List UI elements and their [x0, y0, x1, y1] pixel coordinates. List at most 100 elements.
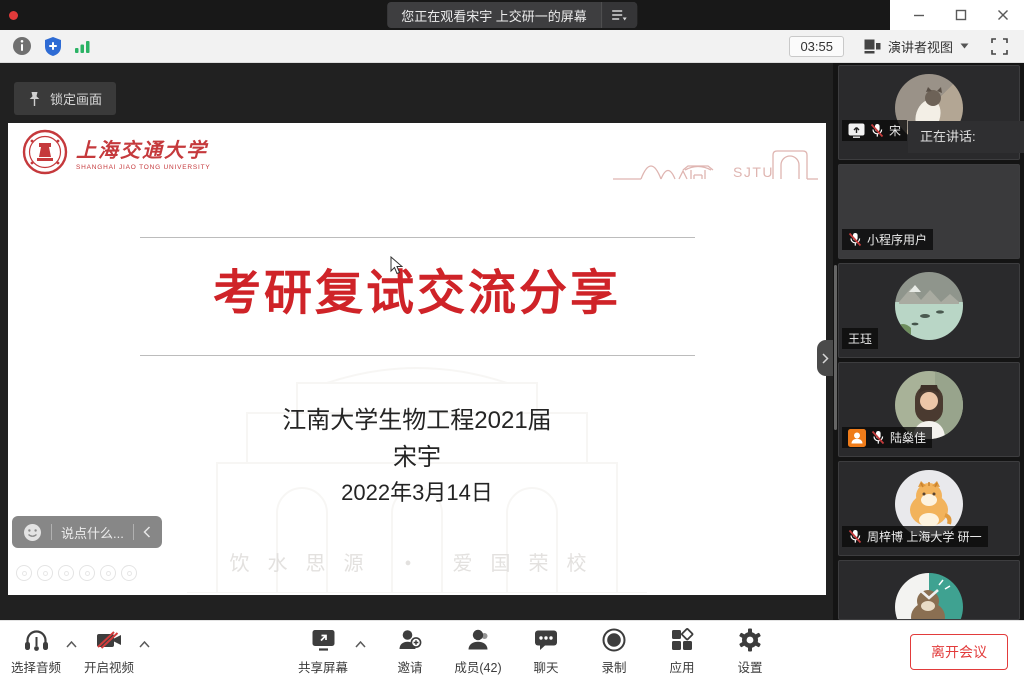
headset-icon	[23, 627, 50, 653]
start-video-button[interactable]: 开启视频	[83, 627, 135, 676]
host-badge-icon	[848, 429, 866, 447]
main-area: 锁定画面	[0, 63, 1024, 620]
sidebar-scrollbar[interactable]	[834, 265, 837, 430]
screen-share-stage: 锁定画面	[0, 63, 833, 620]
participant-namebar: 小程序用户	[842, 229, 933, 250]
participant-namebar: 宋	[842, 120, 907, 141]
chat-button[interactable]: 聊天	[520, 627, 572, 676]
members-icon	[465, 627, 491, 653]
participant-tile-lushenjia[interactable]: 陆燊佳	[838, 362, 1020, 457]
network-signal-button[interactable]	[74, 39, 91, 54]
info-icon	[12, 36, 32, 56]
toolbar-center-group: 共享屏幕 邀请 成员(42)	[297, 621, 776, 682]
scroll-down-button[interactable]	[918, 587, 940, 605]
participant-name: 小程序用户	[867, 231, 927, 248]
chevron-right-icon	[822, 353, 829, 364]
security-shield-button[interactable]	[43, 36, 63, 57]
titlebar: 您正在观看宋宇 上交研一的屏幕	[0, 0, 1024, 30]
bottom-toolbar: 选择音频 开启视频	[0, 620, 1024, 682]
members-button[interactable]: 成员(42)	[452, 627, 504, 676]
hamburger-caret-icon	[611, 9, 627, 21]
participant-namebar: 周梓博 上海大学 研一	[842, 526, 988, 547]
university-logo: 上海交通大学 SHANGHAI JIAO TONG UNIVERSITY	[22, 129, 211, 175]
maximize-button[interactable]	[940, 0, 982, 30]
banner-menu-button[interactable]	[601, 2, 637, 28]
participant-tile-wangjue[interactable]: 王珏	[838, 263, 1020, 358]
chevron-up-icon	[355, 641, 366, 648]
chat-bubble-icon	[533, 627, 559, 653]
close-button[interactable]	[982, 0, 1024, 30]
mic-muted-icon	[848, 529, 862, 544]
ghost-tool-icon	[79, 565, 95, 581]
fullscreen-icon	[991, 38, 1008, 55]
record-button[interactable]: 录制	[588, 627, 640, 676]
university-name-cn: 上海交通大学	[76, 134, 211, 163]
share-screen-button[interactable]: 共享屏幕	[297, 627, 349, 676]
share-screen-label: 共享屏幕	[298, 657, 348, 676]
university-name-en: SHANGHAI JIAO TONG UNIVERSITY	[76, 164, 211, 171]
record-icon	[601, 627, 627, 653]
chat-placeholder[interactable]: 说点什么...	[52, 516, 133, 548]
participant-tile-miniprogram[interactable]: 小程序用户	[838, 164, 1020, 259]
apps-button[interactable]: 应用	[656, 627, 708, 676]
smiley-icon	[23, 523, 42, 542]
share-screen-icon	[310, 627, 337, 653]
lock-screen-button[interactable]: 锁定画面	[14, 82, 116, 115]
share-options-caret[interactable]	[355, 641, 366, 648]
fullscreen-button[interactable]	[991, 38, 1008, 55]
sjtu-seal-icon	[22, 129, 68, 175]
emoji-button[interactable]	[14, 516, 51, 548]
speaker-view-icon	[864, 39, 881, 54]
recording-dot-icon	[9, 11, 18, 20]
video-options-caret[interactable]	[139, 641, 150, 648]
sjtu-skyline-art: SJTU	[613, 139, 818, 187]
view-mode-label: 演讲者视图	[888, 37, 953, 56]
participant-tile-zhouzibo[interactable]: 周梓博 上海大学 研一	[838, 461, 1020, 556]
shield-plus-icon	[43, 36, 63, 57]
start-video-label: 开启视频	[84, 657, 134, 676]
speaking-now-tooltip: 正在讲话:	[908, 121, 1024, 153]
signal-bars-icon	[74, 39, 91, 54]
ghost-tool-icon	[121, 565, 137, 581]
record-label: 录制	[601, 657, 626, 676]
pin-icon	[28, 91, 41, 107]
leave-meeting-button[interactable]: 离开会议	[910, 634, 1008, 670]
participant-namebar: 王珏	[842, 328, 878, 349]
invite-label: 邀请	[397, 657, 422, 676]
minimize-button[interactable]	[898, 0, 940, 30]
quick-chat-input[interactable]: 说点什么...	[12, 516, 162, 548]
chevron-down-icon	[918, 588, 940, 600]
sidebar-collapse-handle[interactable]	[817, 340, 833, 376]
toolbar-left-group: 选择音频 开启视频	[10, 627, 152, 676]
select-audio-button[interactable]: 选择音频	[10, 627, 62, 676]
divider-line-top	[140, 237, 695, 238]
camera-off-icon	[95, 627, 123, 653]
meeting-timer: 03:55	[789, 36, 844, 57]
collapse-chat-button[interactable]	[134, 516, 160, 548]
window-controls	[890, 0, 1024, 30]
participant-namebar: 陆燊佳	[842, 427, 932, 448]
apps-label: 应用	[669, 657, 694, 676]
annotation-tools-ghost	[16, 565, 137, 581]
invite-button[interactable]: 邀请	[384, 627, 436, 676]
view-mode-button[interactable]: 演讲者视图	[858, 34, 975, 59]
select-audio-label: 选择音频	[11, 657, 61, 676]
settings-button[interactable]: 设置	[724, 627, 776, 676]
watching-banner-text: 您正在观看宋宇 上交研一的屏幕	[387, 6, 601, 25]
ghost-tool-icon	[100, 565, 116, 581]
minimize-icon	[913, 9, 925, 21]
meeting-info-button[interactable]	[12, 36, 32, 56]
mouse-cursor	[390, 256, 403, 275]
gear-icon	[737, 627, 763, 653]
participant-tile-next[interactable]	[838, 560, 1020, 620]
invite-person-icon	[397, 627, 423, 653]
mic-muted-icon	[870, 123, 884, 138]
chevron-up-icon	[66, 641, 77, 648]
close-icon	[997, 9, 1009, 21]
audio-options-caret[interactable]	[66, 641, 77, 648]
chevron-up-icon	[139, 641, 150, 648]
chat-label: 聊天	[533, 657, 558, 676]
skyline-sjtu-text: SJTU	[733, 164, 774, 180]
slide-subtitle-presenter: 宋宇	[8, 437, 826, 472]
chevron-down-icon	[960, 43, 969, 49]
